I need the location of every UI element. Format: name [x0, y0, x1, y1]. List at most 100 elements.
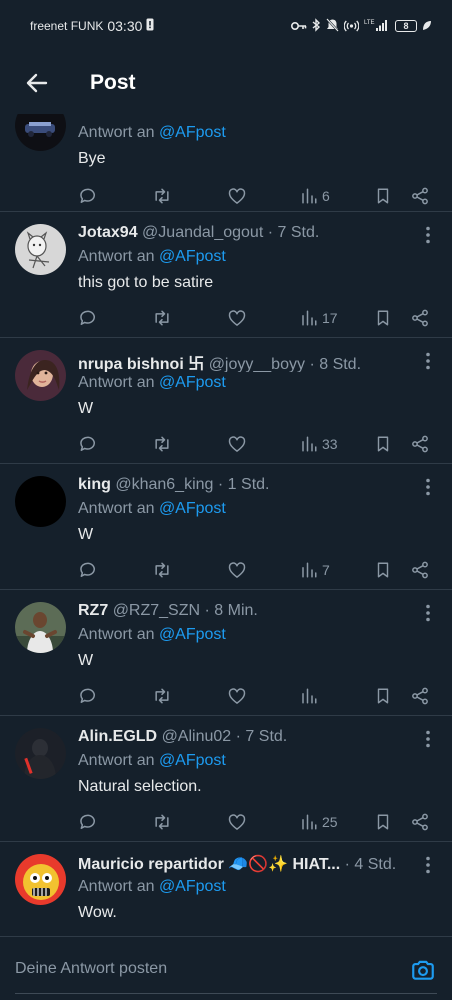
repost-button[interactable] [151, 684, 173, 708]
reply-tweet[interactable]: Mauricio repartidor 🧢🚫✨ HIAT... · 4 Std.… [0, 842, 452, 936]
avatar[interactable] [15, 854, 66, 905]
bookmark-button[interactable] [374, 184, 392, 208]
reply-mention-link[interactable]: @AFpost [159, 124, 226, 141]
repost-button[interactable] [151, 306, 173, 330]
reply-button[interactable] [78, 810, 98, 834]
bookmark-button[interactable] [374, 432, 392, 456]
reply-tweet[interactable]: nrupa bishnoi 卐 @joyy__boyy · 8 Std. Ant… [0, 338, 452, 464]
share-button[interactable] [410, 558, 430, 582]
user-handle[interactable]: @joyy__boyy [209, 356, 305, 372]
reply-button[interactable] [78, 558, 98, 582]
timestamp[interactable]: 7 Std. [278, 224, 320, 241]
more-options-icon[interactable] [418, 728, 438, 750]
like-button[interactable] [227, 558, 247, 582]
reply-tweet[interactable]: Antwort an @AFpost Bye 6 [0, 114, 452, 212]
bookmark-button[interactable] [374, 306, 392, 330]
reply-mention-link[interactable]: @AFpost [159, 374, 226, 391]
separator-dot: · [267, 224, 274, 241]
user-handle[interactable]: @khan6_king [115, 476, 213, 493]
share-icon [412, 813, 428, 831]
more-options-icon[interactable] [418, 854, 438, 876]
repost-button[interactable] [151, 184, 173, 208]
display-name[interactable]: Jotax94 [78, 224, 138, 241]
timestamp[interactable]: 8 Min. [214, 602, 258, 619]
tweet-text: W [78, 526, 94, 543]
avatar[interactable] [15, 350, 66, 401]
carrier-name: freenet FUNK [30, 19, 104, 33]
views-button[interactable]: 6 [300, 184, 330, 208]
reply-button[interactable] [78, 306, 98, 330]
reply-tweet[interactable]: Jotax94 @Juandal_ogout · 7 Std. Antwort … [0, 212, 452, 338]
share-icon [412, 435, 428, 453]
timestamp[interactable]: 7 Std. [245, 728, 287, 745]
avatar[interactable] [15, 476, 66, 527]
views-button[interactable]: 33 [300, 432, 338, 456]
reply-tweet[interactable]: Alin.EGLD @Alinu02 · 7 Std. Antwort an @… [0, 716, 452, 842]
signal-icon: LTE [364, 18, 390, 35]
display-name[interactable]: nrupa bishnoi 卐 [78, 356, 204, 372]
share-icon [412, 309, 428, 327]
like-button[interactable] [227, 306, 247, 330]
avatar[interactable] [15, 224, 66, 275]
display-name[interactable]: Mauricio repartidor 🧢🚫✨ HIAT... [78, 856, 340, 873]
more-options-icon[interactable] [418, 602, 438, 624]
avatar[interactable] [15, 114, 66, 151]
back-button[interactable] [22, 68, 52, 98]
bookmark-button[interactable] [374, 810, 392, 834]
tweet-actions: 17 [78, 306, 434, 330]
display-name[interactable]: RZ7 [78, 602, 108, 619]
avatar[interactable] [15, 728, 66, 779]
reply-mention-link[interactable]: @AFpost [159, 500, 226, 517]
comment-icon [80, 310, 95, 325]
reply-button[interactable] [78, 184, 98, 208]
share-button[interactable] [410, 184, 430, 208]
repost-button[interactable] [151, 810, 173, 834]
repost-button[interactable] [151, 558, 173, 582]
bookmark-button[interactable] [374, 684, 392, 708]
reply-mention-link[interactable]: @AFpost [159, 248, 226, 265]
repost-button[interactable] [151, 432, 173, 456]
bookmark-button[interactable] [374, 558, 392, 582]
reply-prefix: Antwort an [78, 124, 159, 141]
views-button[interactable]: 17 [300, 306, 338, 330]
reply-tweet[interactable]: king @khan6_king · 1 Std. Antwort an @AF… [0, 464, 452, 590]
views-button[interactable]: 7 [300, 558, 330, 582]
timestamp[interactable]: 4 Std. [354, 856, 396, 873]
reply-mention-link[interactable]: @AFpost [159, 878, 226, 895]
like-button[interactable] [227, 810, 247, 834]
tweet-actions: 7 [78, 558, 434, 582]
avatar[interactable] [15, 602, 66, 653]
more-options-icon[interactable] [418, 350, 438, 372]
views-button[interactable]: 25 [300, 810, 338, 834]
share-button[interactable] [410, 684, 430, 708]
like-button[interactable] [227, 184, 247, 208]
reply-tweet[interactable]: RZ7 @RZ7_SZN · 8 Min. Antwort an @AFpost… [0, 590, 452, 716]
reply-mention-link[interactable]: @AFpost [159, 626, 226, 643]
reply-input[interactable] [15, 949, 385, 989]
like-button[interactable] [227, 684, 247, 708]
display-name[interactable]: king [78, 476, 111, 493]
share-button[interactable] [410, 810, 430, 834]
timestamp[interactable]: 8 Std. [319, 356, 361, 372]
reply-button[interactable] [78, 432, 98, 456]
reply-context: Antwort an @AFpost [78, 626, 226, 644]
reply-button[interactable] [78, 684, 98, 708]
tweet-text: Wow. [78, 904, 117, 921]
share-button[interactable] [410, 306, 430, 330]
like-button[interactable] [227, 432, 247, 456]
views-count: 25 [322, 814, 338, 830]
user-handle[interactable]: @RZ7_SZN [113, 602, 200, 619]
user-handle[interactable]: @Juandal_ogout [142, 224, 263, 241]
reply-prefix: Antwort an [78, 248, 159, 265]
share-button[interactable] [410, 432, 430, 456]
user-handle[interactable]: @Alinu02 [162, 728, 232, 745]
camera-button[interactable] [410, 957, 436, 983]
views-button[interactable] [300, 684, 322, 708]
timestamp[interactable]: 1 Std. [228, 476, 270, 493]
more-options-icon[interactable] [418, 476, 438, 498]
replies-feed[interactable]: Antwort an @AFpost Bye 6 Jotax94 @Juanda… [0, 114, 452, 936]
more-options-icon[interactable] [418, 224, 438, 246]
display-name[interactable]: Alin.EGLD [78, 728, 157, 745]
tweet-header: king @khan6_king · 1 Std. [78, 476, 412, 498]
reply-mention-link[interactable]: @AFpost [159, 752, 226, 769]
